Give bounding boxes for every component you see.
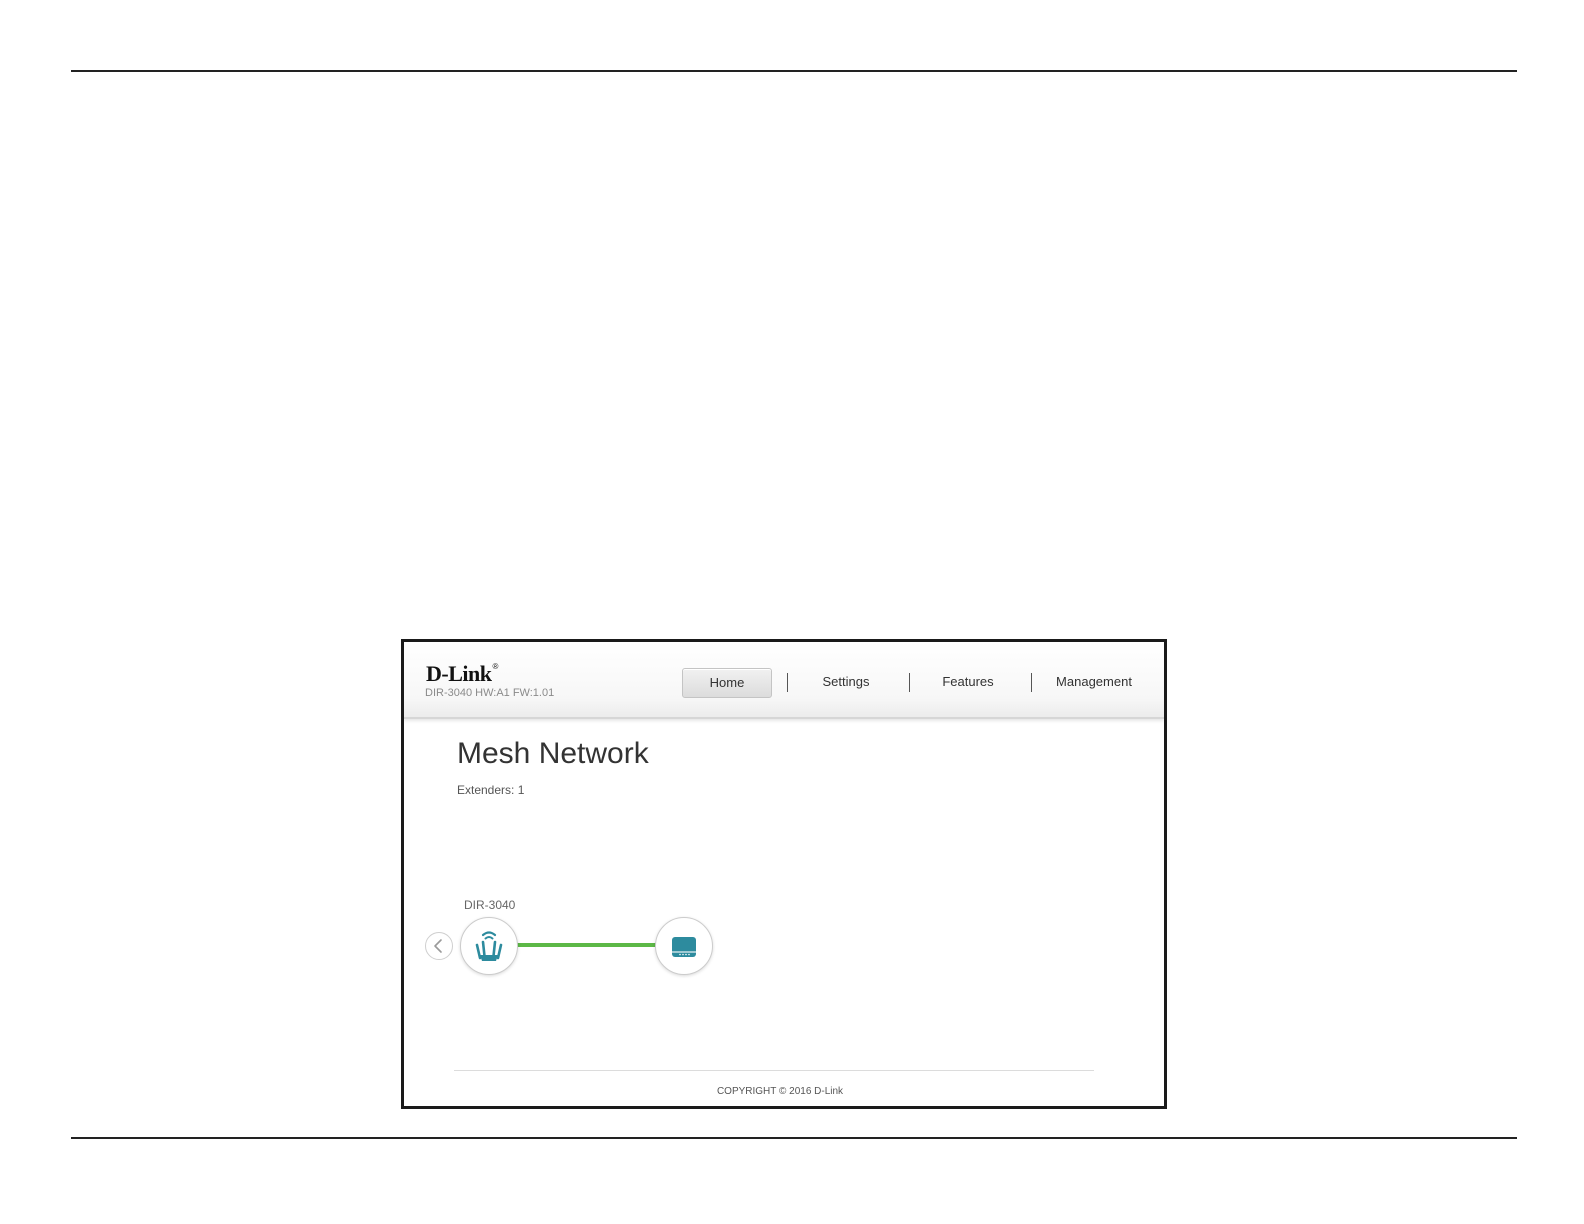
router-node[interactable] <box>460 917 518 975</box>
top-divider-line <box>71 70 1517 72</box>
page-title: Mesh Network <box>457 737 649 770</box>
brand-registered-mark: ® <box>492 662 498 671</box>
extender-icon <box>672 937 696 957</box>
nav-management[interactable]: Management <box>1044 668 1144 696</box>
chevron-left-icon <box>434 939 442 953</box>
footer-divider <box>454 1070 1094 1071</box>
copyright-text: COPYRIGHT © 2016 D-Link <box>716 1086 844 1097</box>
device-info: DIR-3040 HW:A1 FW:1.01 <box>425 687 555 699</box>
dlink-logo: D-Link® <box>426 663 498 685</box>
bottom-divider-line <box>71 1137 1517 1139</box>
nav-separator <box>909 673 910 692</box>
router-icon <box>475 931 503 961</box>
router-node-label: DIR-3040 <box>464 898 516 912</box>
nav-features[interactable]: Features <box>922 668 1014 696</box>
nav-home[interactable]: Home <box>682 668 772 698</box>
previous-button[interactable] <box>425 932 453 960</box>
nav-separator <box>1031 673 1032 692</box>
nav-settings[interactable]: Settings <box>800 668 892 696</box>
nav-separator <box>787 673 788 692</box>
router-web-ui-screenshot: D-Link® DIR-3040 HW:A1 FW:1.01 Home Sett… <box>401 639 1167 1109</box>
mesh-link-line <box>517 943 657 947</box>
top-header-bar: D-Link® DIR-3040 HW:A1 FW:1.01 Home Sett… <box>404 642 1164 719</box>
extender-node[interactable] <box>655 917 713 975</box>
extenders-count: Extenders: 1 <box>457 783 525 797</box>
brand-name: D-Link <box>426 661 492 686</box>
